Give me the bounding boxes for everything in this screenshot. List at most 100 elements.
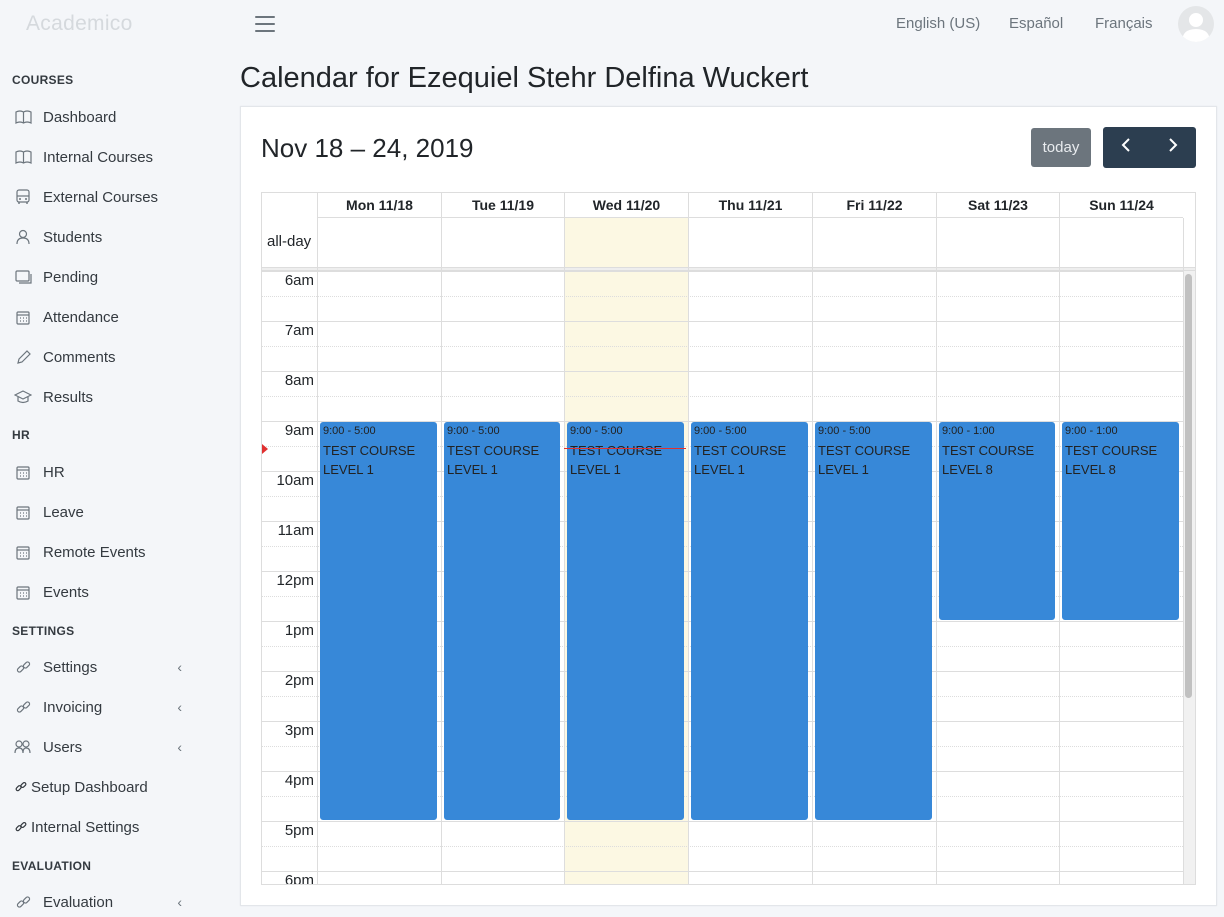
prev-button[interactable] [1103, 127, 1150, 168]
graduation-cap-icon [14, 389, 32, 405]
day-header: Tue 11/19 [441, 193, 564, 218]
calendar-icon [14, 584, 32, 600]
sidebar-item-pending[interactable]: Pending [14, 264, 194, 290]
chevron-left-icon: ‹ [177, 659, 182, 675]
sidebar-item-leave[interactable]: Leave [14, 499, 194, 525]
now-indicator-arrow [262, 444, 268, 454]
sidebar-item-remote-events[interactable]: Remote Events [14, 539, 194, 565]
sidebar-item-internal-courses[interactable]: Internal Courses [14, 144, 194, 170]
event-title: TEST COURSE LEVEL 1 [447, 443, 540, 477]
slot-line [262, 296, 1183, 297]
sidebar-item-comments[interactable]: Comments [14, 344, 194, 370]
time-label: 1pm [284, 622, 314, 639]
sidebar-item-dashboard[interactable]: Dashboard [14, 104, 194, 130]
scrollbar[interactable] [1183, 271, 1195, 884]
menu-toggle-icon[interactable] [255, 16, 275, 32]
sidebar-item-evaluation[interactable]: Evaluation ‹ [14, 889, 194, 915]
sidebar-item-label: External Courses [43, 188, 159, 206]
section-hr: HR [12, 428, 30, 442]
link-icon [14, 699, 32, 715]
time-label: 3pm [284, 722, 314, 739]
sidebar-item-invoicing[interactable]: Invoicing ‹ [14, 694, 194, 720]
time-label: 5pm [284, 822, 314, 839]
calendar-event[interactable]: 9:00 - 5:00 TEST COURSE LEVEL 1 [320, 422, 437, 820]
sidebar-item-events[interactable]: Events [14, 579, 194, 605]
column-divider [317, 218, 318, 884]
book-icon [14, 109, 32, 125]
event-title: TEST COURSE LEVEL 1 [570, 443, 663, 477]
sidebar-item-external-courses[interactable]: External Courses [14, 184, 194, 210]
calendar-event[interactable]: 9:00 - 1:00 TEST COURSE LEVEL 8 [939, 422, 1055, 620]
event-time: 9:00 - 5:00 [818, 425, 871, 437]
day-header: Mon 11/18 [317, 193, 441, 218]
time-label: 2pm [284, 672, 314, 689]
slot-line [262, 321, 1183, 322]
brand-logo[interactable]: Academico [26, 12, 133, 36]
chevron-left-icon: ‹ [177, 894, 182, 910]
calendar-event[interactable]: 9:00 - 5:00 TEST COURSE LEVEL 1 [815, 422, 932, 820]
sidebar-item-students[interactable]: Students [14, 224, 194, 250]
sidebar-item-users[interactable]: Users ‹ [14, 734, 194, 760]
time-label: 11am [277, 522, 314, 539]
time-label: 6pm [284, 872, 314, 885]
sidebar-item-internal-settings[interactable]: Internal Settings [14, 814, 194, 840]
sidebar-item-label: Pending [43, 268, 99, 286]
sidebar-item-label: Setup Dashboard [31, 778, 148, 796]
lang-spanish[interactable]: Español [1009, 15, 1063, 32]
sidebar-item-label: Results [43, 388, 94, 406]
calendar-icon [14, 464, 32, 480]
sidebar-item-attendance[interactable]: Attendance [14, 304, 194, 330]
time-label: 6am [284, 272, 314, 289]
slot-line [262, 821, 1183, 822]
sidebar-item-hr[interactable]: HR [14, 459, 194, 485]
calendar-event[interactable]: 9:00 - 5:00 TEST COURSE LEVEL 1 [691, 422, 808, 820]
sidebar-item-setup-dashboard[interactable]: Setup Dashboard [14, 774, 194, 800]
sidebar-item-results[interactable]: Results [14, 384, 194, 410]
sidebar-item-settings[interactable]: Settings ‹ [14, 654, 194, 680]
section-evaluation: EVALUATION [12, 859, 92, 873]
bus-icon [14, 189, 32, 205]
event-time: 9:00 - 5:00 [694, 425, 747, 437]
avatar[interactable] [1178, 6, 1214, 42]
sidebar-item-label: Events [43, 583, 89, 601]
slot-line [262, 271, 1183, 272]
time-label: 12pm [276, 572, 314, 589]
column-divider [441, 218, 442, 884]
window-icon [14, 269, 32, 285]
slot-line [262, 396, 1183, 397]
page-title: Calendar for Ezequiel Stehr Delfina Wuck… [240, 62, 809, 94]
calendar-event[interactable]: 9:00 - 5:00 TEST COURSE LEVEL 1 [567, 422, 684, 820]
today-button[interactable]: today [1031, 128, 1091, 167]
next-button[interactable] [1150, 127, 1197, 168]
link-icon [14, 894, 32, 910]
slot-line [262, 871, 1183, 872]
sidebar-item-label: Students [43, 228, 103, 246]
calendar-range-title: Nov 18 – 24, 2019 [261, 133, 474, 163]
sidebar-item-label: Comments [43, 348, 116, 366]
calendar-grid: all-day Mon 11/18 Tue 11/19 Wed 11/20 Thu 1… [261, 192, 1196, 885]
column-divider [564, 218, 565, 884]
slot-line [262, 846, 1183, 847]
sidebar: Academico COURSES Dashboard Internal Cou… [0, 0, 224, 917]
scrollbar-thumb[interactable] [1185, 274, 1192, 698]
time-label: 10am [276, 472, 314, 489]
calendar-icon [14, 544, 32, 560]
sidebar-item-label: Remote Events [43, 543, 146, 561]
lang-french[interactable]: Français [1095, 15, 1153, 32]
calendar-event[interactable]: 9:00 - 1:00 TEST COURSE LEVEL 8 [1062, 422, 1179, 620]
day-header: Sat 11/23 [936, 193, 1059, 218]
slot-line [262, 346, 1183, 347]
section-courses: COURSES [12, 73, 74, 87]
calendar-event[interactable]: 9:00 - 5:00 TEST COURSE LEVEL 1 [444, 422, 560, 820]
column-divider [812, 218, 813, 884]
calendar-icon [14, 504, 32, 520]
allday-row: all-day [262, 218, 1195, 268]
now-indicator-line [564, 448, 686, 449]
lang-english[interactable]: English (US) [896, 15, 980, 32]
time-label: 9am [284, 422, 314, 439]
calendar-nav [1103, 127, 1196, 168]
column-divider [1059, 218, 1060, 884]
sidebar-item-label: Settings [43, 658, 98, 676]
section-settings: SETTINGS [12, 624, 75, 638]
sidebar-item-label: Dashboard [43, 108, 117, 126]
